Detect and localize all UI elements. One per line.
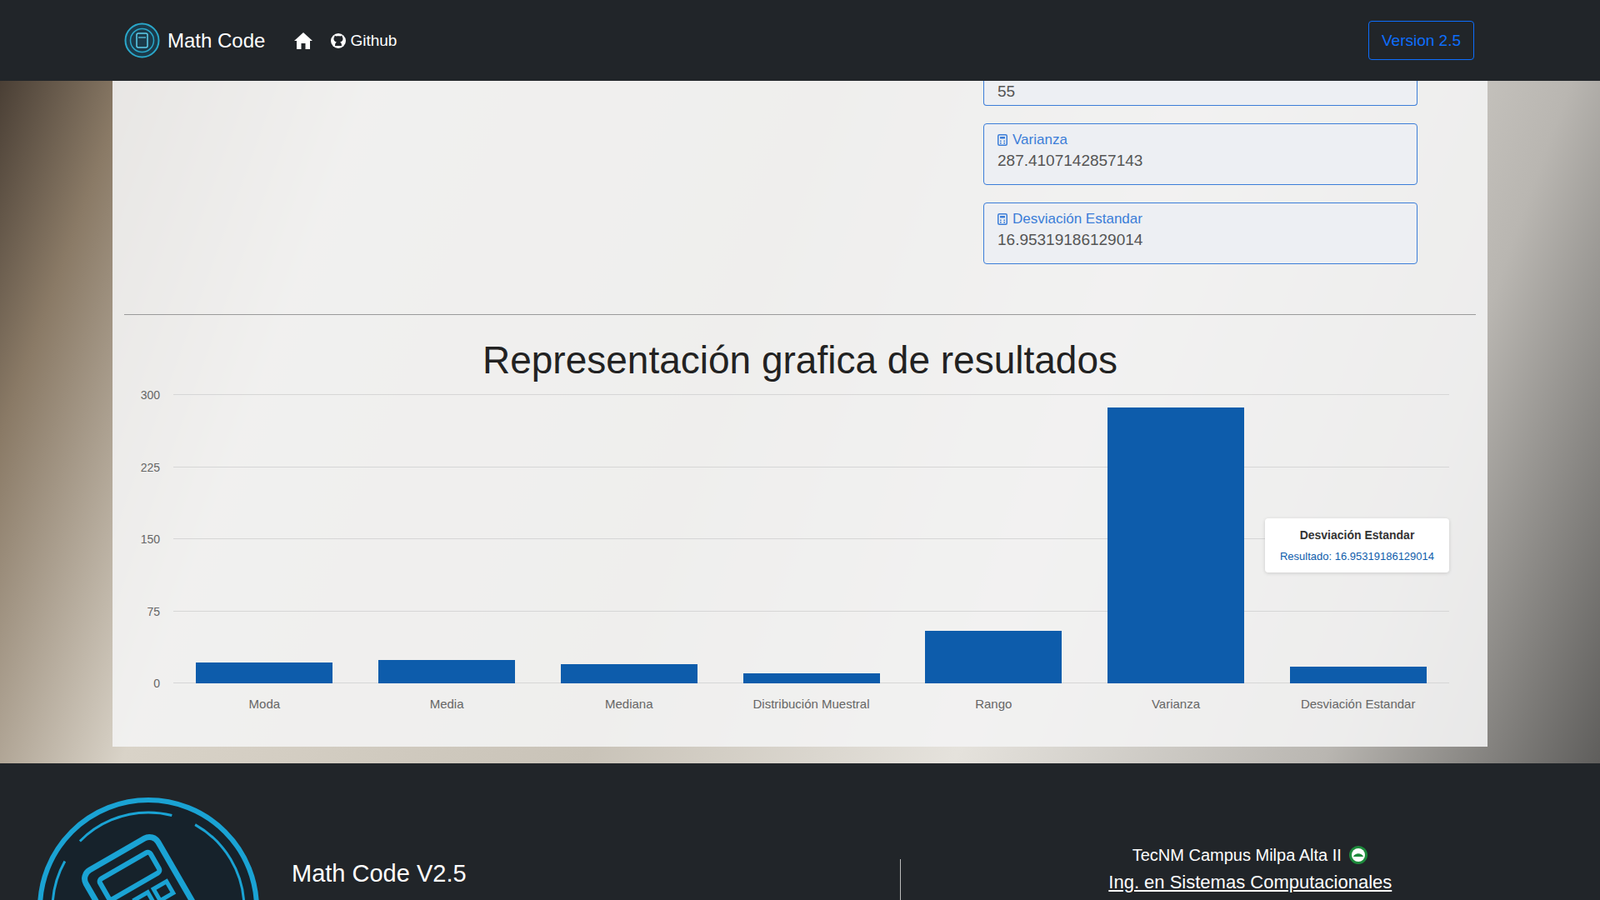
x-label: Moda xyxy=(173,696,356,711)
campus-icon xyxy=(1348,845,1369,865)
bar[interactable] xyxy=(743,673,880,684)
bar[interactable] xyxy=(1290,666,1427,684)
home-link[interactable] xyxy=(293,31,314,50)
x-label: Distribución Muestral xyxy=(720,696,903,711)
x-label: Varianza xyxy=(1085,696,1268,711)
results-card: 55 Varianza 287.4107142857143 Desviación Es… xyxy=(112,80,1488,747)
bar-chart: 075150225300Desviación EstandarResultado… xyxy=(124,395,1476,711)
results-row: 55 Varianza 287.4107142857143 Desviación Es… xyxy=(124,80,1476,265)
gridline xyxy=(173,466,1450,468)
result-field: Varianza 287.4107142857143 xyxy=(983,123,1418,185)
x-label: Mediana xyxy=(537,696,720,711)
bar[interactable] xyxy=(195,662,333,684)
version-button[interactable]: Version 2.5 xyxy=(1368,20,1475,60)
y-tick: 300 xyxy=(140,388,160,402)
chart-title: Representación grafica de resultados xyxy=(124,336,1476,384)
y-tick: 150 xyxy=(140,532,160,546)
result-field: 55 xyxy=(983,80,1418,106)
footer-title: Math Code V2.5 xyxy=(291,860,467,888)
bar-slot xyxy=(902,395,1085,684)
x-axis: ModaMediaMedianaDistribución MuestralRan… xyxy=(173,683,1450,711)
y-tick: 0 xyxy=(153,676,160,690)
x-label: Rango xyxy=(902,696,1085,711)
y-tick: 75 xyxy=(146,605,160,619)
x-label: Desviación Estandar xyxy=(1266,696,1450,711)
home-icon xyxy=(293,31,314,50)
y-tick: 225 xyxy=(140,460,160,475)
bar-slot xyxy=(720,395,903,684)
brand-link[interactable]: Math Code xyxy=(124,22,265,59)
bars xyxy=(173,395,1450,684)
background-photo: 55 Varianza 287.4107142857143 Desviación Es… xyxy=(0,80,1600,764)
career-text: Ing. en Sistemas Computacionales xyxy=(900,871,1600,894)
tooltip-text: Resultado: 16.95319186129014 xyxy=(1270,550,1445,563)
calculator-logo-icon xyxy=(35,795,261,900)
field-value: 16.95319186129014 xyxy=(997,230,1404,250)
calculator-icon xyxy=(997,134,1008,146)
result-fields: 55 Varianza 287.4107142857143 Desviación Es… xyxy=(983,80,1418,265)
gridline xyxy=(173,610,1450,612)
bar-slot xyxy=(1085,395,1268,684)
logo-icon xyxy=(124,22,160,59)
calculator-icon xyxy=(997,213,1008,225)
footer-info: TecNM Campus Milpa Alta II Ing. en Sistem… xyxy=(900,845,1600,894)
bar-slot xyxy=(173,395,356,684)
bar[interactable] xyxy=(560,664,698,684)
bar[interactable] xyxy=(925,630,1062,684)
result-field: Desviación Estandar 16.95319186129014 xyxy=(983,202,1418,265)
tooltip-title: Desviación Estandar xyxy=(1270,528,1445,542)
bar-slot xyxy=(355,395,539,684)
field-label: Varianza xyxy=(997,131,1404,149)
footer-divider xyxy=(900,859,901,900)
x-label: Media xyxy=(355,696,539,711)
gridline xyxy=(173,394,1450,395)
bar[interactable] xyxy=(1107,407,1245,684)
gridline xyxy=(173,538,1450,540)
campus-text: TecNM Campus Milpa Alta II xyxy=(900,845,1600,865)
field-value: 287.4107142857143 xyxy=(997,151,1404,170)
chart-tooltip: Desviación Estandar Resultado: 16.9531918… xyxy=(1265,518,1450,573)
plot-area: Desviación Estandar Resultado: 16.9531918… xyxy=(173,395,1450,684)
github-text: Github xyxy=(350,31,397,50)
github-icon xyxy=(330,32,347,50)
field-label: Desviación Estandar xyxy=(997,210,1404,228)
navbar: Math Code Github Version 2.5 xyxy=(0,0,1600,81)
github-link[interactable]: Github xyxy=(330,31,397,50)
footer: Math Code V2.5 TecNM Campus Milpa Alta II… xyxy=(0,763,1600,900)
bar[interactable] xyxy=(378,660,515,684)
field-value: 55 xyxy=(997,82,1404,101)
brand-text: Math Code xyxy=(167,29,265,53)
divider xyxy=(124,314,1476,315)
page: Math Code Github Version 2.5 55 Varianza 287.… xyxy=(0,0,1600,900)
bar-slot xyxy=(537,395,720,684)
y-axis: 075150225300 xyxy=(124,395,174,684)
